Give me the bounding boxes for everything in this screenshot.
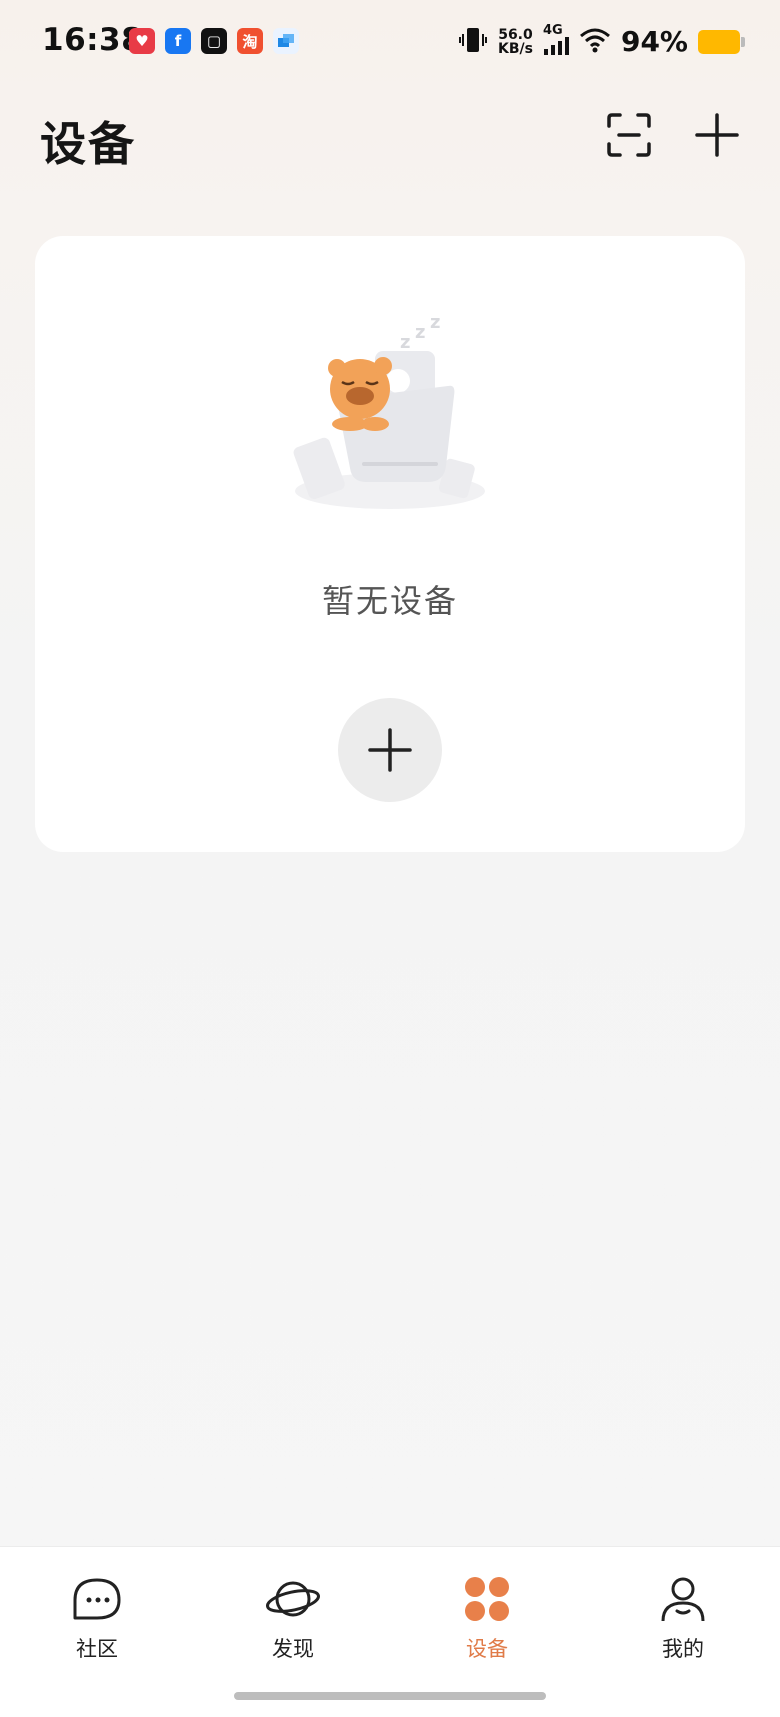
notification-icons: ♥ f ▢ 淘 (129, 28, 299, 54)
status-indicators: 56.0 KB/s 4G 94% (458, 24, 745, 59)
svg-text:z: z (415, 322, 425, 343)
svg-text:z: z (400, 332, 410, 353)
network-speed: 56.0 KB/s (498, 28, 533, 56)
nav-item-community[interactable]: 社区 (37, 1571, 157, 1663)
svg-text:z: z (430, 312, 440, 333)
nav-label-devices: 设备 (466, 1637, 508, 1661)
message-app-icon (273, 28, 299, 54)
nav-label-discover: 发现 (272, 1637, 314, 1661)
battery-percent: 94% (620, 25, 688, 58)
cellular-signal: 4G (543, 24, 569, 59)
devices-grid-icon (459, 1571, 515, 1627)
speed-value: 56.0 (498, 26, 533, 43)
status-time: 16:38 (42, 22, 144, 58)
scan-button[interactable] (604, 110, 654, 160)
home-indicator[interactable] (234, 1692, 546, 1700)
add-device-circle-button[interactable] (338, 698, 442, 802)
wifi-icon (579, 27, 611, 57)
status-bar: 16:38 ♥ f ▢ 淘 56.0 KB/s 4G 94% (0, 0, 780, 86)
nav-label-mine: 我的 (662, 1637, 704, 1661)
nav-item-discover[interactable]: 发现 (233, 1571, 353, 1663)
battery-icon (698, 29, 745, 54)
plus-icon (368, 728, 412, 772)
speed-unit: KB/s (498, 40, 533, 57)
chat-bubble-icon (69, 1571, 125, 1627)
sleeping-bear-illustration: z z z (293, 312, 485, 509)
network-type: 4G (542, 23, 563, 38)
nav-item-devices[interactable]: 设备 (427, 1571, 547, 1663)
video-app-icon: ▢ (201, 28, 227, 54)
pinduoduo-icon: ♥ (129, 28, 155, 54)
vibrate-icon (458, 26, 488, 58)
plus-icon (695, 113, 739, 157)
signal-bars-icon (543, 37, 569, 59)
taobao-icon: 淘 (237, 28, 263, 54)
nav-label-community: 社区 (76, 1637, 118, 1661)
planet-icon (265, 1571, 321, 1627)
facebook-icon: f (165, 28, 191, 54)
scan-icon (607, 113, 651, 157)
page-title: 设备 (40, 117, 136, 171)
header-actions (604, 110, 742, 160)
person-icon (655, 1571, 711, 1627)
nav-item-mine[interactable]: 我的 (623, 1571, 743, 1663)
add-device-button[interactable] (692, 110, 742, 160)
empty-devices-card: z z z 暂无设备 (35, 236, 745, 852)
empty-state-message: 暂无设备 (321, 582, 458, 620)
